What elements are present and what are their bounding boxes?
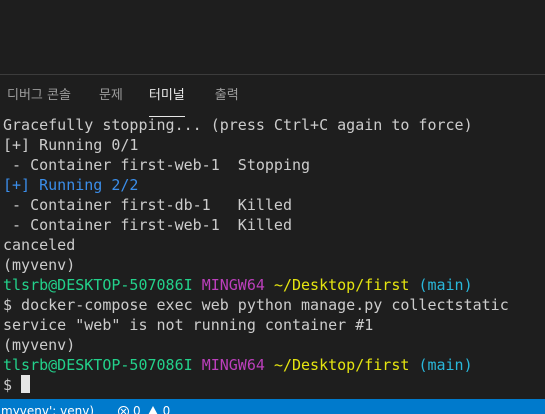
terminal-line: (myvenv) [0,255,545,275]
terminal-text-segment: tlsrb@DESKTOP-507086I [3,356,193,374]
terminal-text-segment: - Container first-web-1 Stopping [3,156,311,174]
terminal-text-segment: $ docker-compose exec web python manage.… [3,296,509,314]
terminal-text-segment: tlsrb@DESKTOP-507086I [3,276,193,294]
terminal-line: [+] Running 2/2 [0,175,545,195]
warning-count: 0 [162,404,171,414]
terminal-line: (myvenv) [0,335,545,355]
terminal-line: - Container first-web-1 Stopping [0,155,545,175]
terminal-text-segment: canceled [3,236,76,254]
warning-icon [146,406,159,414]
terminal-text-segment: Gracefully stopping... (press Ctrl+C aga… [3,116,473,134]
terminal-text-segment: (myvenv) [3,256,76,274]
terminal-text-segment: (main) [418,356,473,374]
problems-indicator[interactable]: 0 0 [118,402,170,414]
terminal-line: service "web" is not running container #… [0,315,545,335]
terminal-text-segment: (myvenv) [3,336,76,354]
terminal-cursor [21,375,31,393]
tab-problems[interactable]: 문제 [99,75,123,117]
terminal-line: Gracefully stopping... (press Ctrl+C aga… [0,115,545,135]
panel-tab-bar: 디버그 콘솔 문제 터미널 출력 [0,75,545,117]
terminal-line: tlsrb@DESKTOP-507086I MINGW64 ~/Desktop/… [0,275,545,295]
terminal-text-segment: [+] Running 0/1 [3,136,139,154]
terminal-line: [+] Running 0/1 [0,135,545,155]
status-bar: myvenv': venv) 0 0 [0,399,545,414]
terminal-text-segment: - Container first-web-1 Killed [3,216,292,234]
terminal-text-segment: MINGW64 [201,276,265,294]
terminal-line: - Container first-db-1 Killed [0,195,545,215]
terminal-text-segment: ~/Desktop/first [273,356,410,374]
terminal-text-segment: service "web" is not running container #… [3,316,374,334]
terminal-text-segment: - Container first-db-1 Killed [3,196,292,214]
terminal-line: tlsrb@DESKTOP-507086I MINGW64 ~/Desktop/… [0,355,545,375]
tab-debug-console[interactable]: 디버그 콘솔 [7,75,71,117]
terminal-prompt-line[interactable]: $ [0,375,545,395]
terminal-text-segment: ~/Desktop/first [273,276,410,294]
terminal-line: - Container first-web-1 Killed [0,215,545,235]
terminal-line: canceled [0,235,545,255]
terminal-output[interactable]: Gracefully stopping... (press Ctrl+C aga… [0,115,545,399]
error-icon [118,406,129,414]
error-count: 0 [133,404,141,414]
editor-area [0,0,545,75]
terminal-text-segment: MINGW64 [201,356,265,374]
terminal-text-segment: [+] Running 2/2 [3,176,139,194]
tab-output[interactable]: 출력 [215,75,239,117]
tab-terminal[interactable]: 터미널 [148,75,185,117]
terminal-line: $ docker-compose exec web python manage.… [0,295,545,315]
prompt-symbol: $ [3,376,22,394]
python-env-label: myvenv': venv) [1,404,95,414]
python-env-indicator[interactable]: myvenv': venv) [1,402,94,414]
terminal-text-segment: (main) [418,276,473,294]
